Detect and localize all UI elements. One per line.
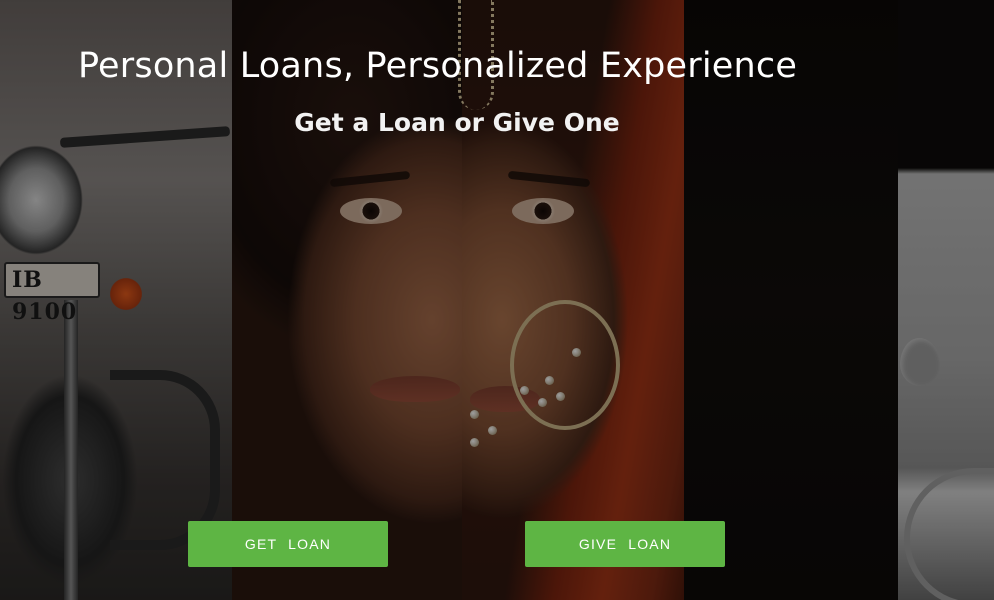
dark-overlay	[0, 0, 994, 600]
get-loan-button[interactable]: GET LOAN	[188, 521, 388, 567]
give-loan-button[interactable]: GIVE LOAN	[525, 521, 725, 567]
hero-banner: IB 9100 Personal Loans, Personalized Exp…	[0, 0, 994, 600]
hero-headline: Personal Loans, Personalized Experience	[78, 46, 798, 86]
hero-subheadline: Get a Loan or Give One	[294, 108, 620, 137]
